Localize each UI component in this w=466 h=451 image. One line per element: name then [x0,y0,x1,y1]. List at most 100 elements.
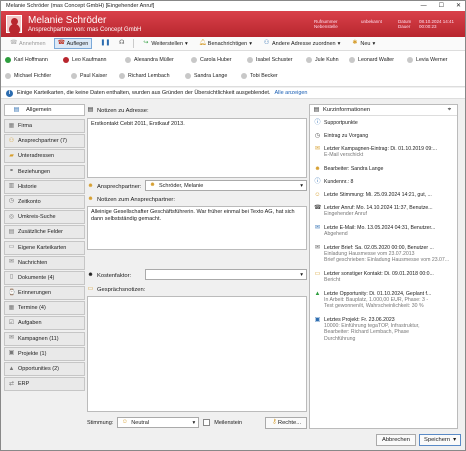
sidebar-item-historie[interactable]: ▥ Historie [4,179,85,194]
cancel-button[interactable]: Abbrechen [376,434,416,446]
notes-address-field[interactable]: Erstkontakt Cebit 2011, Erstkauf 2013. [87,118,307,178]
neu-label: Neu [360,40,371,47]
sidebar-item-firma[interactable]: ▦ Firma [4,119,85,133]
tag-icon[interactable]: ⌖ [446,107,453,114]
participant-chip[interactable]: Leo Kaufmann [63,57,106,63]
people-icon: ⚇ [8,137,15,144]
participant-name: Tobi Becker [250,73,278,79]
info-item[interactable]: ⓘ Supportpunkte [314,120,456,127]
list-icon: ▤ [313,106,320,113]
sidebar-item-kampagnen[interactable]: ✉ Kampagnen (11) [4,331,85,346]
info-item[interactable]: ✉ Letzte E-Mail: Mo. 13.05.2024 04:31, Be… [314,225,456,237]
neutral-face-icon: ☺ [121,419,128,425]
participant-chip[interactable]: Leonard Walter [349,57,394,63]
contact-select[interactable]: ☻ Schröder, Melanie ▾ [145,180,307,191]
auflegen-button[interactable]: ☎ Auflegen [53,38,93,49]
info-item[interactable]: ▲ Letzte Opportunity: Di. 01.10.2024, Gep… [314,291,456,310]
sidebar-item-nachrichten[interactable]: ✉ Nachrichten [4,255,85,270]
short-info-title: Kurzinformationen [323,107,371,113]
info-item[interactable]: ◷ Eintrag zu Vorgang [314,133,456,140]
participant-chip[interactable]: Isabel Schuster [247,57,293,63]
participant-chip[interactable]: Karl Hoffmann [5,57,48,63]
sidebar-item-label: ERP [18,381,30,388]
call-notes-field[interactable] [87,296,307,412]
participant-name: Leo Kaufmann [72,57,107,63]
sidebar-item-umkreis-suche[interactable]: ◎ Umkreis-Suche [4,210,85,225]
close-button[interactable]: ✕ [456,1,461,11]
cancel-label: Abbrechen [381,437,411,443]
support-icon: ⓘ [314,120,321,126]
notes-contact-label: Notizen zum Ansprechpartner: [97,196,175,203]
chevron-down-icon[interactable]: ▾ [453,437,456,443]
customer-icon: ⓘ [314,179,321,185]
notes-address-text: Erstkontakt Cebit 2011, Erstkauf 2013. [91,121,185,127]
opportunity-icon: ▲ [314,291,321,297]
sidebar-item-zusaetzliche-felder[interactable]: ▤ Zusätzliche Felder [4,225,85,240]
rights-button[interactable]: ⚷ Rechte... [265,416,307,429]
notes-address-label: Notizen zu Adresse: [97,107,149,114]
sidebar-item-unteradressen[interactable]: ▰ Unteradressen [4,149,85,164]
cost-factor-select[interactable]: ▾ [145,269,307,280]
benachrichtigen-label: Benachrichtigen [207,40,248,47]
show-all-link[interactable]: Alle anzeigen [274,90,307,96]
participant-chip[interactable]: Alexandra Müller [125,57,174,63]
sidebar-item-eigene-karteikarten[interactable]: ▭ Eigene Karteikarten [4,240,85,255]
sidebar-item-erinnerungen[interactable]: ⌚ Erinnerungen [4,286,85,301]
sidebar-item-opportunities[interactable]: ▲ Opportunities (2) [4,362,85,376]
contact-subtitle: Ansprechpartner von: mas Concept GmbH [28,27,142,33]
sidebar-item-aufgaben[interactable]: ☑ Aufgaben [4,316,85,331]
sidebar-item-erp[interactable]: ⇄ ERP [4,377,85,392]
participant-name: Michael Fichtler [14,73,52,79]
people-icon: ⚇ [263,40,270,46]
info-item[interactable]: ☺ Letzte Stimmung: Mi. 25.09.2024 14:21, … [314,192,456,199]
sidebar-item-label: Nachrichten [18,259,48,266]
chevron-down-icon: ▾ [185,40,188,47]
minimize-button[interactable]: — [421,1,427,11]
sidebar-item-beziehungen[interactable]: ⚭ Beziehungen [4,164,85,179]
title-bar: Melanie Schröder (mas Concept GmbH) [Ein… [1,1,465,11]
maximize-button[interactable]: ☐ [439,1,444,11]
info-item[interactable]: ☎ Letzter Anruf: Mo. 14.10.2024 11:37, Be… [314,205,456,217]
opportunity-icon: ▲ [8,365,15,372]
info-item[interactable]: ☻ Bearbeiter: Sandra Lange [314,166,456,173]
milestone-checkbox[interactable] [203,419,211,426]
participant-chip[interactable]: Levia Werner [407,57,447,63]
annehmen-button[interactable]: ☎ Annehmen [7,38,49,49]
info-item[interactable]: ▭ Letzter sonstiger Kontakt: Di. 09.01.20… [314,271,456,283]
info-icon: i [6,89,13,97]
sidebar-item-zeitkonto[interactable]: ◷ Zeitkonto [4,194,85,209]
meta-value-phone: unbekannt [361,19,383,24]
sidebar-item-projekte[interactable]: ▣ Projekte (1) [4,346,85,361]
pause-button[interactable]: ❚❚ [97,38,110,49]
participant-chip[interactable]: Sandra Lange [185,73,227,79]
sidebar-item-ansprechpartner[interactable]: ⚇ Ansprechpartner (7) [4,134,85,149]
info-item[interactable]: ✉ Letzter Kampagnen-Eintrag: Di. 01.10.20… [314,146,456,158]
weiterstellen-button[interactable]: ↪ Weiterstellen ▾ [139,38,190,49]
andere-adresse-button[interactable]: ⚇ Andere Adresse zuordnen ▾ [260,38,343,49]
info-item[interactable]: ✉ Letzter Brief: Sa. 02.05.2020 00:00, Be… [314,245,456,264]
info-item[interactable]: ▣ Letztes Projekt: Fr. 23.06.2023 10000: E… [314,317,456,342]
info-item-sub: Eingehender Anruf [324,211,367,218]
sidebar-item-termine[interactable]: ▦ Termine (4) [4,301,85,316]
save-button[interactable]: Speichern ▾ [419,434,461,446]
history-icon: ▥ [8,183,15,190]
info-item[interactable]: ⓘ Kundennr.: 8 [314,179,456,186]
benachrichtigen-button[interactable]: 🔔︎ Benachrichtigen ▾ [196,38,255,49]
sidebar-item-label: Erinnerungen [18,290,52,297]
neu-button[interactable]: ✱ Neu ▾ [348,38,378,49]
participant-chip[interactable]: Tobi Becker [241,73,278,79]
notes-contact-field[interactable]: Alleinige Gesellschafter Geschäftsführer… [87,206,307,250]
participant-chip[interactable]: Jule Kuhn [306,57,339,63]
participant-chip[interactable]: Richard Lembach [119,73,170,79]
notes-contact-text: Alleinige Gesellschafter Geschäftsführer… [91,209,295,222]
headset-button[interactable]: ☊ [115,38,128,49]
process-icon: ◷ [314,133,321,139]
sidebar-item-label: Umkreis-Suche [18,214,56,221]
mood-select[interactable]: ☺ Neutral ▾ [117,417,200,428]
participant-name: Karl Hoffmann [14,57,48,63]
participant-chip[interactable]: Michael Fichtler [5,73,51,79]
sidebar-item-dokumente[interactable]: ▯ Dokumente (4) [4,270,85,285]
participant-chip[interactable]: Carola Huber [191,57,232,63]
participant-chip[interactable]: Paul Kaiser [71,73,107,79]
participants-bar: Karl Hoffmann Leo Kaufmann Alexandra Mül… [1,51,465,87]
